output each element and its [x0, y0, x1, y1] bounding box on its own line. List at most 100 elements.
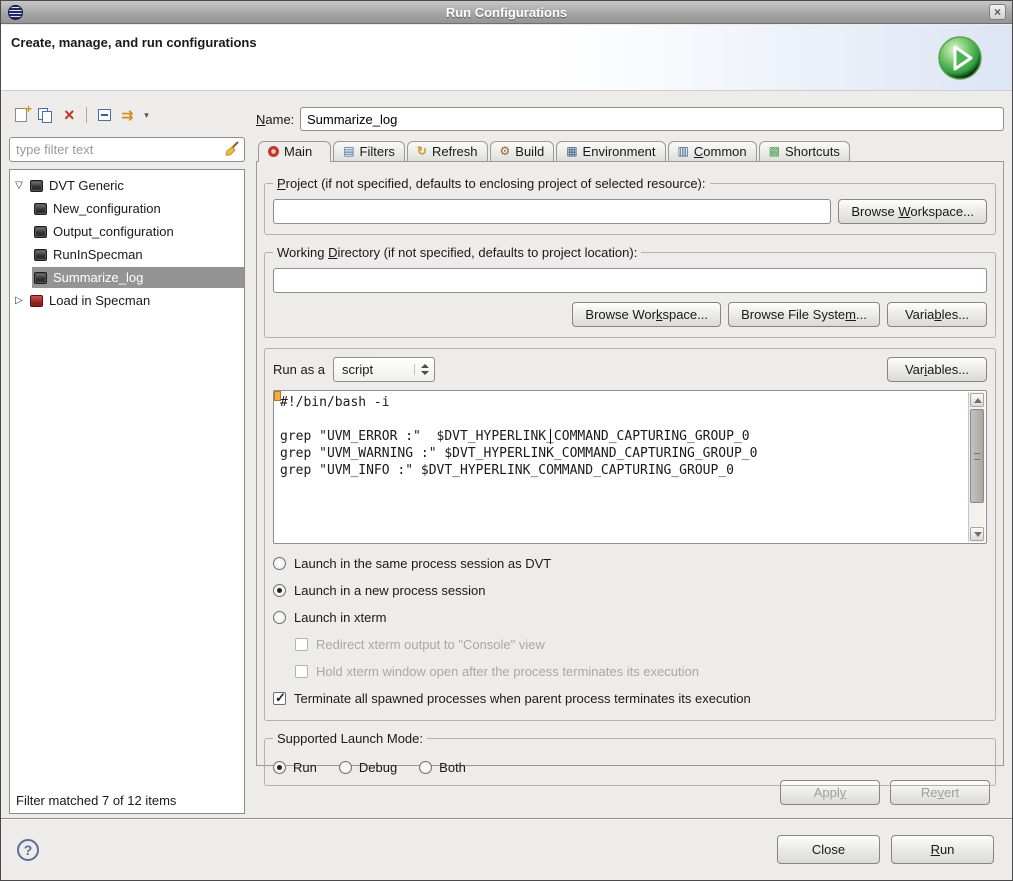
close-window-button[interactable]: × [989, 4, 1006, 20]
name-label: Name: [256, 112, 300, 127]
tree-item-load-in-specman[interactable]: ▷ Load in Specman [10, 289, 244, 312]
quick-assist-marker-icon [274, 391, 281, 401]
tab-build[interactable]: ⚙ Build [490, 141, 555, 161]
checkbox-checked-icon[interactable] [273, 692, 286, 705]
duplicate-configuration-icon[interactable] [38, 108, 53, 123]
run-group: Run as a script Variables... #!/bin/bash… [264, 348, 996, 721]
dialog-header: Create, manage, and run configurations [1, 25, 1012, 91]
radio-unchecked-icon[interactable] [273, 611, 286, 624]
scroll-down-icon[interactable] [970, 527, 984, 541]
radio-checked-icon[interactable] [273, 761, 286, 774]
terminate-spawned-checkbox-row[interactable]: Terminate all spawned processes when par… [273, 691, 987, 706]
clear-filter-broom-icon[interactable] [224, 141, 240, 157]
launch-option-new-session[interactable]: Launch in a new process session [273, 583, 987, 598]
configurations-sidebar: × ⇉ ▾ ▽ DVT Generic New_configuration [7, 91, 247, 814]
radio-checked-icon[interactable] [273, 584, 286, 597]
expander-expanded-icon[interactable]: ▽ [10, 180, 28, 191]
run-as-value: script [342, 362, 410, 377]
text-caret [550, 429, 551, 444]
tab-refresh[interactable]: ↻ Refresh [407, 141, 488, 161]
filter-input[interactable] [9, 137, 245, 162]
radio-unchecked-icon[interactable] [339, 761, 352, 774]
tree-item-label: RunInSpecman [53, 247, 143, 262]
mode-debug-radio[interactable]: Debug [339, 760, 397, 775]
script-line: #!/bin/bash -i [280, 394, 962, 411]
tab-common[interactable]: ▥ Common [668, 141, 757, 161]
project-input[interactable] [273, 199, 831, 224]
scrollbar-thumb[interactable] [970, 409, 984, 503]
window-title: Run Configurations [1, 5, 1012, 20]
mode-run-radio[interactable]: Run [273, 760, 317, 775]
tree-item-label: Summarize_log [53, 270, 143, 285]
name-input[interactable] [300, 107, 1004, 131]
mode-both-radio[interactable]: Both [419, 760, 466, 775]
close-button[interactable]: Close [777, 835, 880, 864]
wd-browse-file-system-button[interactable]: Browse File System... [728, 302, 880, 327]
radio-unchecked-icon[interactable] [273, 557, 286, 570]
console-icon [34, 226, 47, 238]
tree-item-new-configuration[interactable]: New_configuration [10, 197, 244, 220]
collapse-all-icon[interactable] [98, 109, 111, 121]
refresh-tab-icon: ↻ [417, 145, 427, 157]
configurations-tree[interactable]: ▽ DVT Generic New_configuration Output_c… [9, 169, 245, 814]
run-as-combo[interactable]: script [333, 357, 435, 382]
tab-environment[interactable]: ▦ Environment [556, 141, 665, 161]
scroll-up-icon[interactable] [970, 393, 984, 407]
script-scrollbar[interactable] [968, 392, 985, 542]
delete-configuration-icon[interactable]: × [64, 108, 75, 122]
tree-item-summarize-log[interactable]: Summarize_log [10, 266, 244, 289]
tree-item-dvt-generic[interactable]: ▽ DVT Generic [10, 174, 244, 197]
new-configuration-icon[interactable] [15, 108, 27, 122]
script-line: grep "UVM_INFO :" $DVT_HYPERLINK_COMMAND… [280, 462, 962, 479]
run-as-label: Run as a [273, 362, 325, 377]
redirect-xterm-checkbox-row: Redirect xterm output to "Console" view [295, 637, 987, 652]
launch-mode-group: Supported Launch Mode: Run Debug Both [264, 731, 996, 786]
working-directory-group-title: Working Directory (if not specified, def… [273, 245, 641, 260]
tree-item-label: New_configuration [53, 201, 161, 216]
wd-browse-workspace-button[interactable]: Browse Workspace... [572, 302, 721, 327]
filter-match-status: Filter matched 7 of 12 items [16, 793, 176, 808]
working-directory-input[interactable] [273, 268, 987, 293]
launch-option-same-session[interactable]: Launch in the same process session as DV… [273, 556, 987, 571]
script-line: grep "UVM_ERROR :" $DVT_HYPERLINK_COMMAN… [280, 428, 962, 445]
run-banner-icon [936, 34, 984, 82]
console-icon [34, 249, 47, 261]
project-group-title: Project (if not specified, defaults to e… [273, 176, 710, 191]
run-variables-button[interactable]: Variables... [887, 357, 987, 382]
toolbar-separator [86, 107, 87, 123]
tab-shortcuts[interactable]: ▩ Shortcuts [759, 141, 850, 161]
specman-icon [30, 295, 43, 307]
radio-unchecked-icon[interactable] [419, 761, 432, 774]
environment-tab-icon: ▦ [566, 145, 577, 157]
script-editor[interactable]: #!/bin/bash -i grep "UVM_ERROR :" $DVT_H… [273, 390, 987, 544]
configuration-editor: Name: Main ▤ Filters ↻ Refresh ⚙ Build ▦ [256, 91, 1004, 814]
filter-configurations-icon[interactable]: ⇉ [122, 107, 134, 124]
tree-item-output-configuration[interactable]: Output_configuration [10, 220, 244, 243]
shortcuts-tab-icon: ▩ [769, 145, 780, 157]
build-tab-icon: ⚙ [500, 145, 511, 157]
tab-bar: Main ▤ Filters ↻ Refresh ⚙ Build ▦ Envir… [256, 140, 1004, 161]
script-line: grep "UVM_WARNING :" $DVT_HYPERLINK_COMM… [280, 445, 962, 462]
titlebar[interactable]: Run Configurations × [1, 1, 1012, 24]
project-browse-workspace-button[interactable]: Browse Workspace... [838, 199, 987, 224]
combo-spinner-icon [414, 364, 429, 375]
tab-filters[interactable]: ▤ Filters [333, 141, 405, 161]
launch-option-xterm[interactable]: Launch in xterm [273, 610, 987, 625]
help-icon[interactable]: ? [17, 839, 39, 861]
checkbox-unchecked-icon [295, 665, 308, 678]
tree-item-runinspecman[interactable]: RunInSpecman [10, 243, 244, 266]
console-icon [34, 203, 47, 215]
working-directory-group: Working Directory (if not specified, def… [264, 245, 996, 338]
toolbar-menu-chevron-icon[interactable]: ▾ [144, 110, 149, 121]
tree-item-label: Load in Specman [49, 293, 150, 308]
filters-tab-icon: ▤ [343, 145, 354, 157]
console-icon [34, 272, 47, 284]
tab-main[interactable]: Main [258, 141, 331, 162]
main-tab-content: Project (if not specified, defaults to e… [256, 161, 1004, 766]
dialog-button-bar: ? Close Run [1, 818, 1012, 880]
launch-mode-title: Supported Launch Mode: [273, 731, 427, 746]
run-button[interactable]: Run [891, 835, 994, 864]
expander-collapsed-icon[interactable]: ▷ [10, 295, 28, 306]
console-icon [30, 180, 43, 192]
wd-variables-button[interactable]: Variables... [887, 302, 987, 327]
